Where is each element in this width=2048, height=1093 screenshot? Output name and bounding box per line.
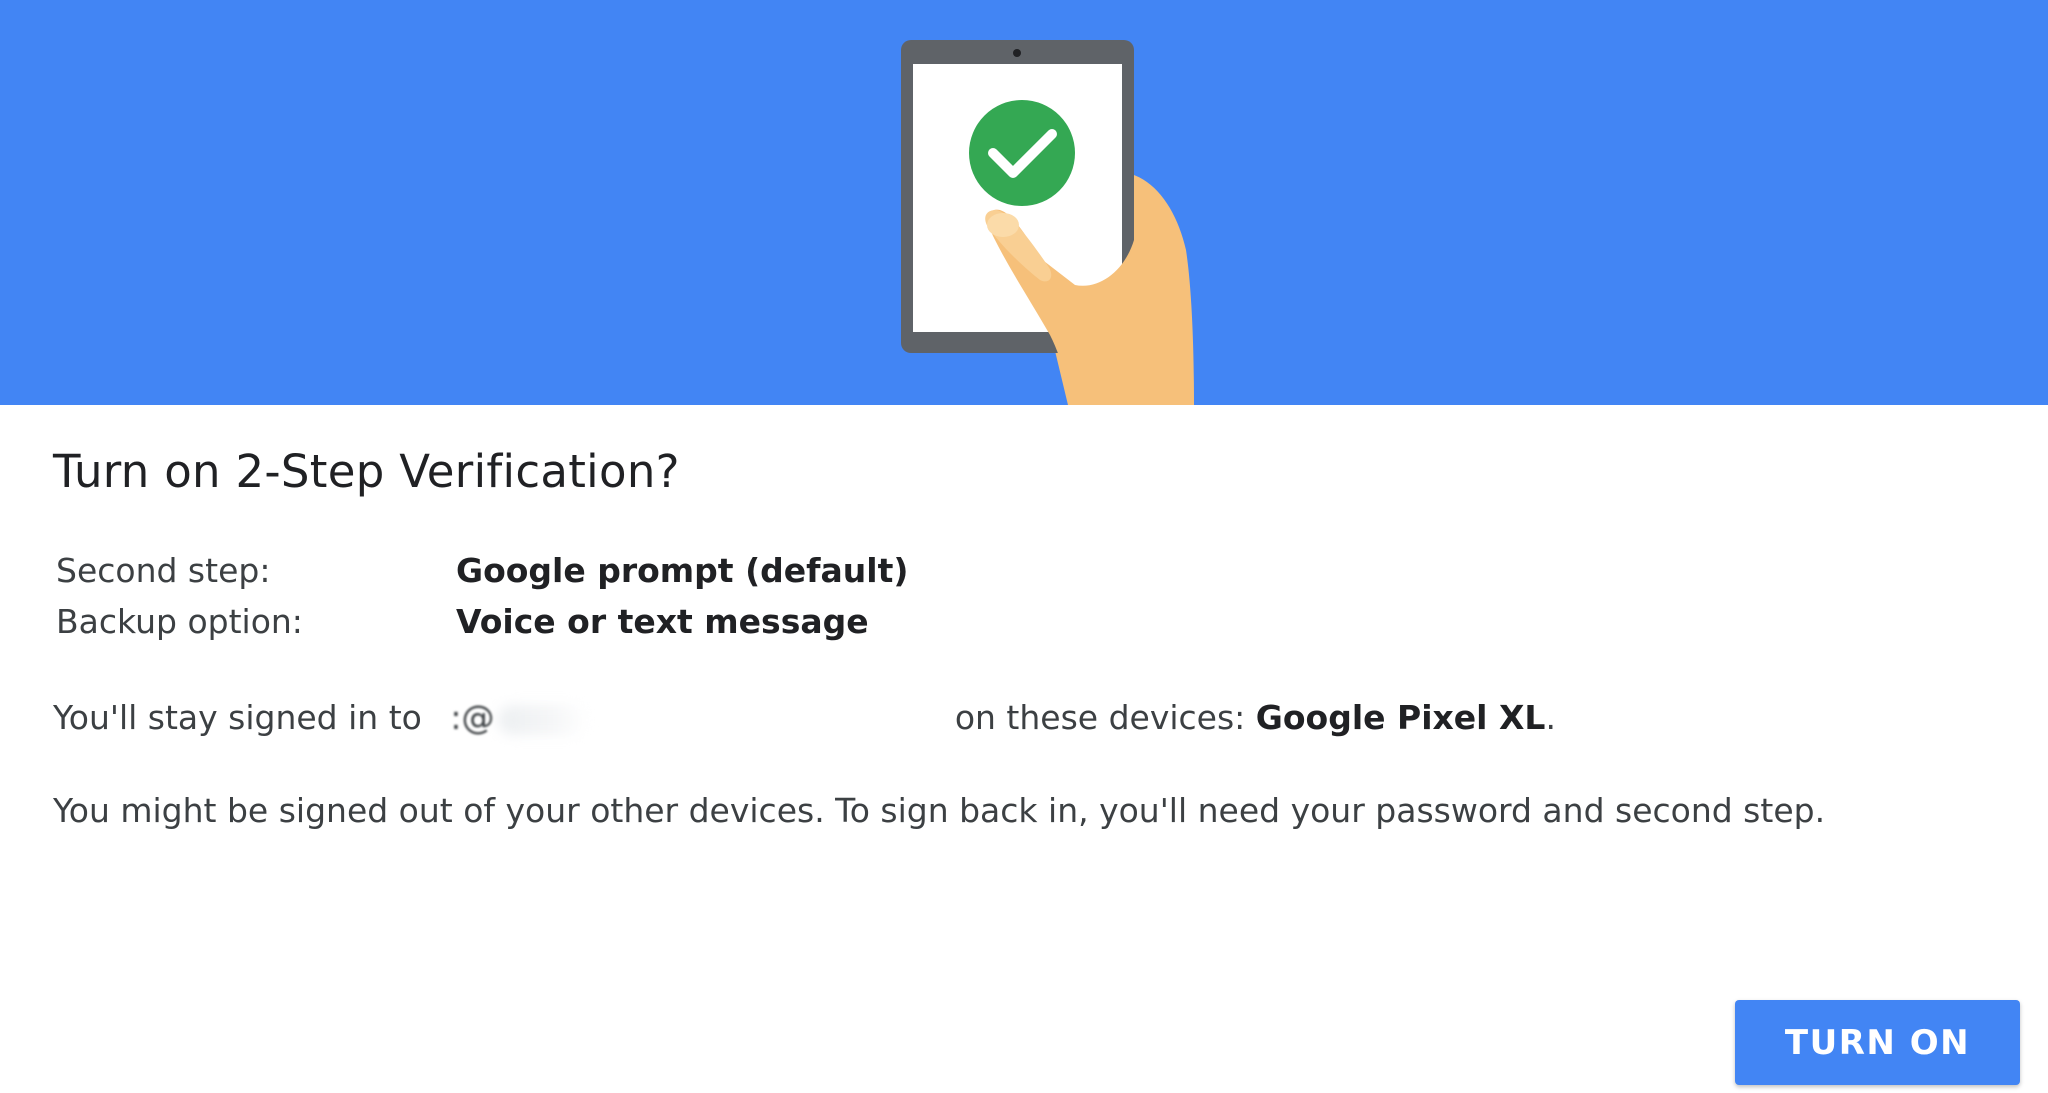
signed-in-prefix: You'll stay signed in to <box>53 698 422 737</box>
signed-in-middle: on these devices: <box>954 698 1246 737</box>
hero-banner <box>0 0 2048 405</box>
sign-out-warning: You might be signed out of your other de… <box>53 791 1826 830</box>
check-circle-icon <box>969 100 1075 206</box>
phone-checkmark-icon <box>901 40 1194 405</box>
second-step-row: Second step: Google prompt (default) <box>56 551 1256 599</box>
backup-option-label: Backup option: <box>56 602 303 641</box>
email-blur <box>498 704 589 735</box>
dialog-title: Turn on 2-Step Verification? <box>53 445 680 498</box>
device-name: Google Pixel XL <box>1255 698 1546 737</box>
thumb-nail <box>987 213 1019 237</box>
email-visible-fragment: :@ <box>450 698 495 737</box>
backup-option-row: Backup option: Voice or text message <box>56 602 1256 650</box>
two-step-verification-dialog: Turn on 2-Step Verification? Second step… <box>0 0 2048 1093</box>
second-step-value: Google prompt (default) <box>456 551 909 590</box>
signed-in-notice: You'll stay signed in to :@ on these dev… <box>53 698 1556 737</box>
second-step-label: Second step: <box>56 551 271 590</box>
phone-camera <box>1013 49 1021 57</box>
backup-option-value: Voice or text message <box>456 602 869 641</box>
signed-in-suffix: . <box>1545 698 1556 737</box>
turn-on-button[interactable]: TURN ON <box>1735 1000 2020 1085</box>
account-email-redacted: :@ <box>432 698 944 737</box>
